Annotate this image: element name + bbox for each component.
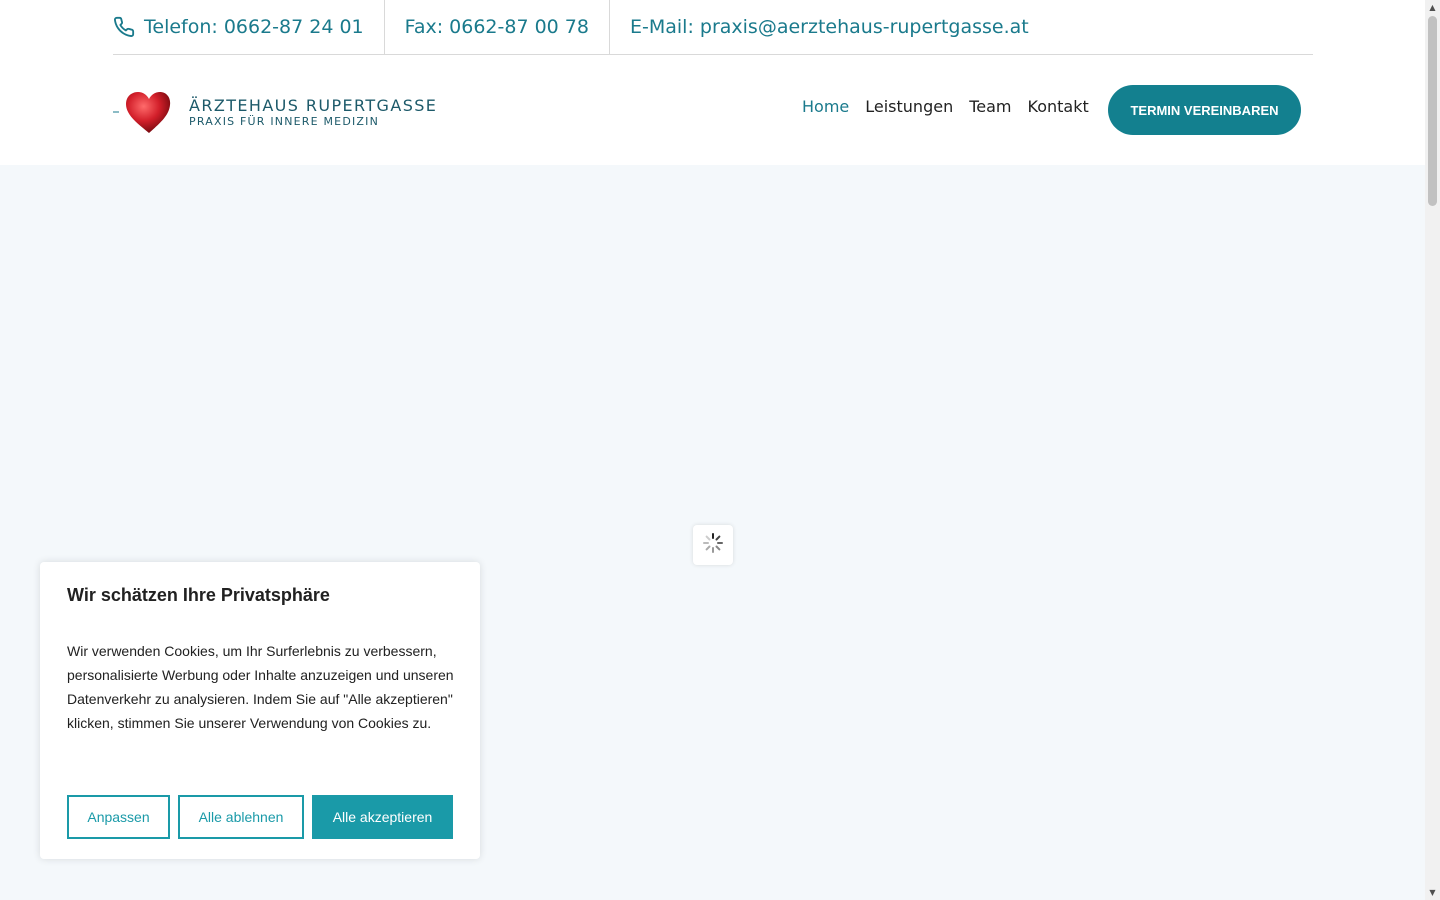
fax-contact: Fax: 0662-87 00 78 [385,0,610,55]
main-nav: Home Leistungen Team Kontakt [802,97,1089,116]
scroll-down-arrow-icon[interactable]: ▼ [1425,885,1440,900]
fax-text: Fax: 0662-87 00 78 [404,16,589,38]
phone-contact[interactable]: Telefon: 0662-87 24 01 [113,0,385,55]
cookie-buttons: Anpassen Alle ablehnen Alle akzeptieren [67,795,453,839]
nav-item-team[interactable]: Team [969,97,1011,116]
customize-button[interactable]: Anpassen [67,795,170,839]
nav-item-home[interactable]: Home [802,97,849,116]
logo[interactable]: ÄRZTEHAUS RUPERTGASSE PRAXIS FÜR INNERE … [113,89,437,135]
accept-all-button[interactable]: Alle akzeptieren [312,795,453,839]
loading-indicator [693,525,733,565]
phone-text: Telefon: 0662-87 24 01 [144,16,364,38]
scroll-up-arrow-icon[interactable]: ▲ [1425,0,1440,15]
phone-icon [113,16,135,38]
nav-item-leistungen[interactable]: Leistungen [865,97,953,116]
heart-icon [113,89,173,135]
cookie-description: Wir verwenden Cookies, um Ihr Surferlebn… [67,643,454,731]
email-text: E-Mail: praxis@aerztehaus-rupertgasse.at [630,16,1029,38]
nav-item-kontakt[interactable]: Kontakt [1028,97,1089,116]
logo-subtitle: PRAXIS FÜR INNERE MEDIZIN [189,115,380,128]
logo-text: ÄRZTEHAUS RUPERTGASSE PRAXIS FÜR INNERE … [189,96,437,128]
reject-all-button[interactable]: Alle ablehnen [178,795,304,839]
spinner-icon [702,532,724,558]
cookie-consent-banner: Wir schätzen Ihre Privatsphäre Wir verwe… [40,562,480,859]
page-scrollbar[interactable]: ▲ ▼ [1425,0,1440,900]
email-contact[interactable]: E-Mail: praxis@aerztehaus-rupertgasse.at [610,0,1029,55]
contact-bar: Telefon: 0662-87 24 01 Fax: 0662-87 00 7… [113,0,1313,55]
cookie-title: Wir schätzen Ihre Privatsphäre [67,585,330,605]
site-header: ÄRZTEHAUS RUPERTGASSE PRAXIS FÜR INNERE … [0,55,1425,165]
logo-title: ÄRZTEHAUS RUPERTGASSE [189,96,438,115]
scroll-thumb[interactable] [1428,16,1437,206]
appointment-button[interactable]: TERMIN VEREINBAREN [1108,85,1301,135]
page: Telefon: 0662-87 24 01 Fax: 0662-87 00 7… [0,0,1440,900]
